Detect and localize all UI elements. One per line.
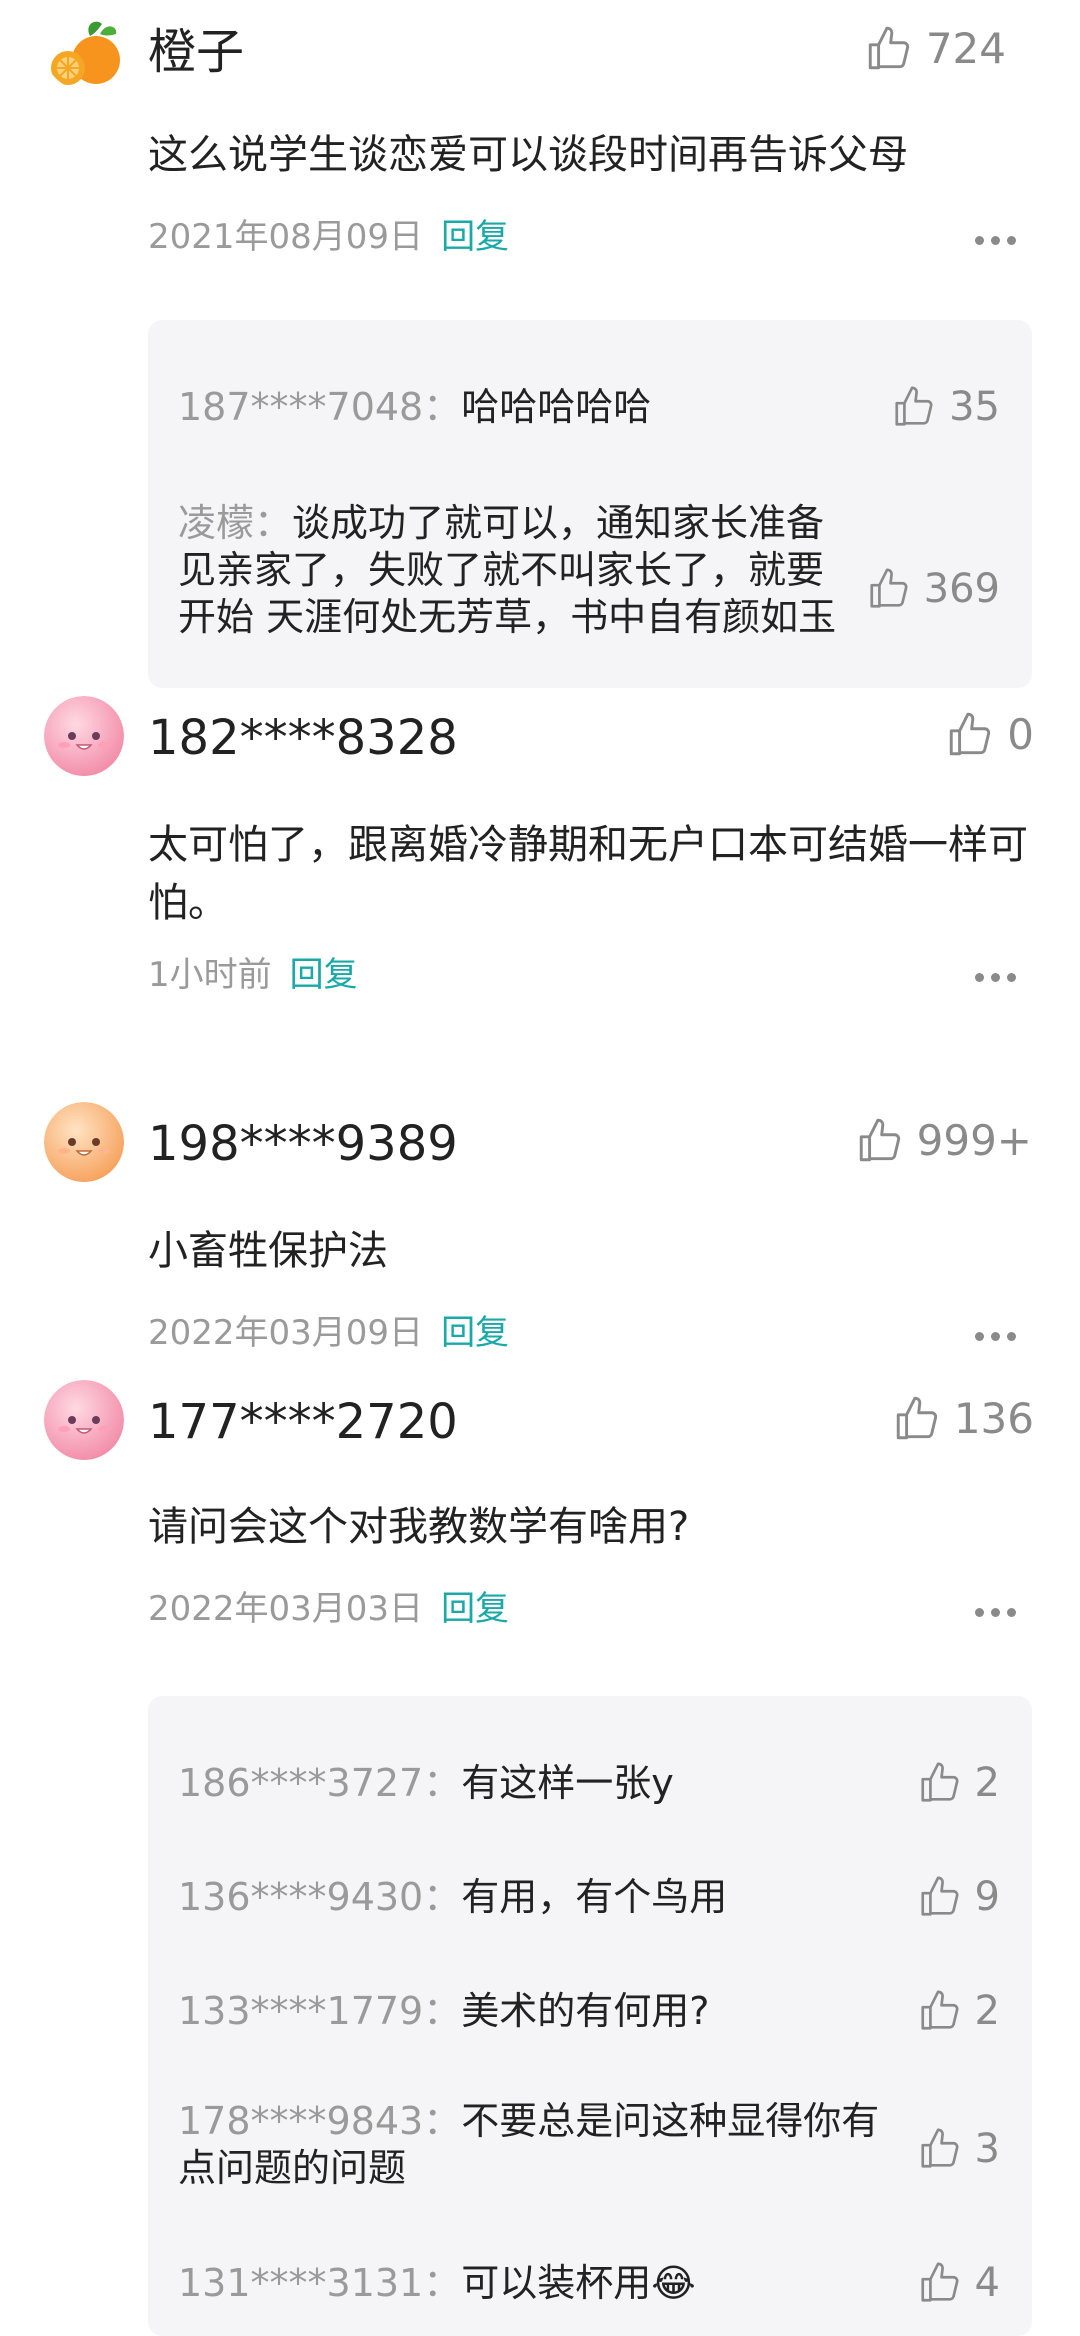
like-button[interactable]: 35	[891, 384, 1000, 430]
thumbs-up-icon	[895, 386, 933, 426]
reply-text: 有这样一张y	[461, 1761, 674, 1805]
thumbs-up-icon	[859, 1118, 900, 1162]
reply-user[interactable]: 187****7048：	[178, 385, 461, 429]
comment-text: 小畜牲保护法	[148, 1228, 388, 1274]
comment-text: 太可怕了，跟离婚冷静期和无户口本可结婚一样可怕。	[148, 822, 1028, 926]
like-count: 2	[974, 1760, 1000, 1806]
like-count: 999+	[916, 1116, 1032, 1165]
reply-row[interactable]: 136****9430：有用，有个鸟用	[178, 1874, 878, 1921]
replies-box: 187****7048：哈哈哈哈哈 35 凌檬：谈成功了就可以，通知家长准备见亲…	[148, 320, 1032, 688]
like-count: 0	[1007, 710, 1034, 759]
thumbs-up-icon	[868, 26, 909, 70]
like-count: 136	[953, 1394, 1034, 1443]
like-count: 35	[949, 384, 1000, 430]
reply-user[interactable]: 凌檬：	[178, 501, 292, 545]
reply-row[interactable]: 178****9843：不要总是问这种显得你有点问题的问题	[178, 2098, 898, 2192]
reply-button[interactable]: 回复	[441, 1592, 509, 1626]
like-button[interactable]: 0	[945, 710, 1034, 760]
avatar[interactable]	[44, 1380, 124, 1460]
username[interactable]: 198****9389	[148, 1120, 458, 1168]
thumbs-up-icon	[920, 1762, 959, 1802]
pink-smiley-face-icon	[44, 696, 124, 776]
reply-button[interactable]: 回复	[290, 958, 358, 992]
avatar[interactable]	[44, 1102, 124, 1182]
reply-button[interactable]: 回复	[441, 220, 509, 254]
reply-user[interactable]: 131****3131：	[178, 2261, 461, 2305]
pink-smiley-face-icon	[44, 1380, 124, 1460]
more-options-icon[interactable]	[975, 1332, 1016, 1341]
username[interactable]: 182****8328	[148, 714, 458, 762]
reply-text: 哈哈哈哈哈	[461, 385, 652, 429]
comment-text: 请问会这个对我教数学有啥用?	[148, 1504, 690, 1550]
like-button[interactable]: 4	[917, 2260, 1000, 2306]
like-button[interactable]: 3	[917, 2126, 1000, 2172]
like-button[interactable]: 2	[917, 1760, 1000, 1806]
comment-meta: 1小时前 回复	[148, 958, 358, 992]
more-options-icon[interactable]	[975, 973, 1016, 982]
like-button[interactable]: 136	[892, 1394, 1034, 1444]
reply-user[interactable]: 178****9843：	[178, 2099, 461, 2143]
thumbs-up-icon	[920, 2262, 959, 2302]
like-count: 3	[974, 2126, 1000, 2172]
like-button[interactable]: 2	[917, 1988, 1000, 2034]
reply-row[interactable]: 凌檬：谈成功了就可以，通知家长准备见亲家了，失败了就不叫家长了，就要开始 天涯何…	[178, 500, 858, 688]
thumbs-up-icon	[896, 1396, 937, 1440]
comment-date: 2022年03月09日	[148, 1313, 424, 1353]
reply-user[interactable]: 136****9430：	[178, 1875, 461, 1919]
comment-date: 1小时前	[148, 955, 272, 995]
comment-text: 这么说学生谈恋爱可以谈段时间再告诉父母	[148, 132, 908, 178]
avatar[interactable]	[44, 696, 124, 776]
username[interactable]: 177****2720	[148, 1398, 458, 1446]
thumbs-up-icon	[920, 1990, 959, 2030]
like-count: 369	[923, 566, 1000, 612]
avatar[interactable]	[44, 10, 124, 90]
like-button[interactable]: 369	[866, 566, 1000, 612]
username[interactable]: 橙子	[148, 28, 244, 76]
comment-date: 2022年03月03日	[148, 1589, 424, 1629]
more-options-icon[interactable]	[975, 1608, 1016, 1617]
like-count: 2	[974, 1988, 1000, 2034]
more-options-icon[interactable]	[975, 236, 1016, 245]
like-count: 9	[974, 1874, 1000, 1920]
reply-row[interactable]: 133****1779：美术的有何用?	[178, 1988, 878, 2035]
like-button[interactable]: 999+	[855, 1116, 1032, 1166]
comment-meta: 2021年08月09日 回复	[148, 220, 509, 254]
reply-row[interactable]: 186****3727：有这样一张y	[178, 1760, 878, 1807]
reply-button[interactable]: 回复	[441, 1316, 509, 1350]
comment-date: 2021年08月09日	[148, 217, 424, 257]
like-count: 4	[974, 2260, 1000, 2306]
thumbs-up-icon	[920, 1876, 959, 1916]
like-button[interactable]: 9	[917, 1874, 1000, 1920]
thumbs-up-icon	[920, 2128, 959, 2168]
reply-text: 美术的有何用?	[461, 1989, 710, 2033]
orange-fruit-icon	[44, 10, 124, 90]
orange-smiley-face-icon	[44, 1102, 124, 1182]
replies-box: 186****3727：有这样一张y 2 136****9430：有用，有个鸟用…	[148, 1696, 1032, 2336]
reply-row[interactable]: 131****3131：可以装杯用😂	[178, 2260, 878, 2307]
comment-meta: 2022年03月09日 回复	[148, 1316, 509, 1350]
like-button[interactable]: 724	[864, 24, 1006, 74]
reply-user[interactable]: 186****3727：	[178, 1761, 461, 1805]
thumbs-up-icon	[950, 712, 991, 756]
comment-meta: 2022年03月03日 回复	[148, 1592, 509, 1626]
reply-text: 可以装杯用😂	[461, 2261, 696, 2305]
reply-row[interactable]: 187****7048：哈哈哈哈哈	[178, 384, 878, 431]
like-count: 724	[925, 24, 1006, 73]
reply-user[interactable]: 133****1779：	[178, 1989, 461, 2033]
reply-text: 有用，有个鸟用	[461, 1875, 728, 1919]
thumbs-up-icon	[870, 568, 908, 608]
